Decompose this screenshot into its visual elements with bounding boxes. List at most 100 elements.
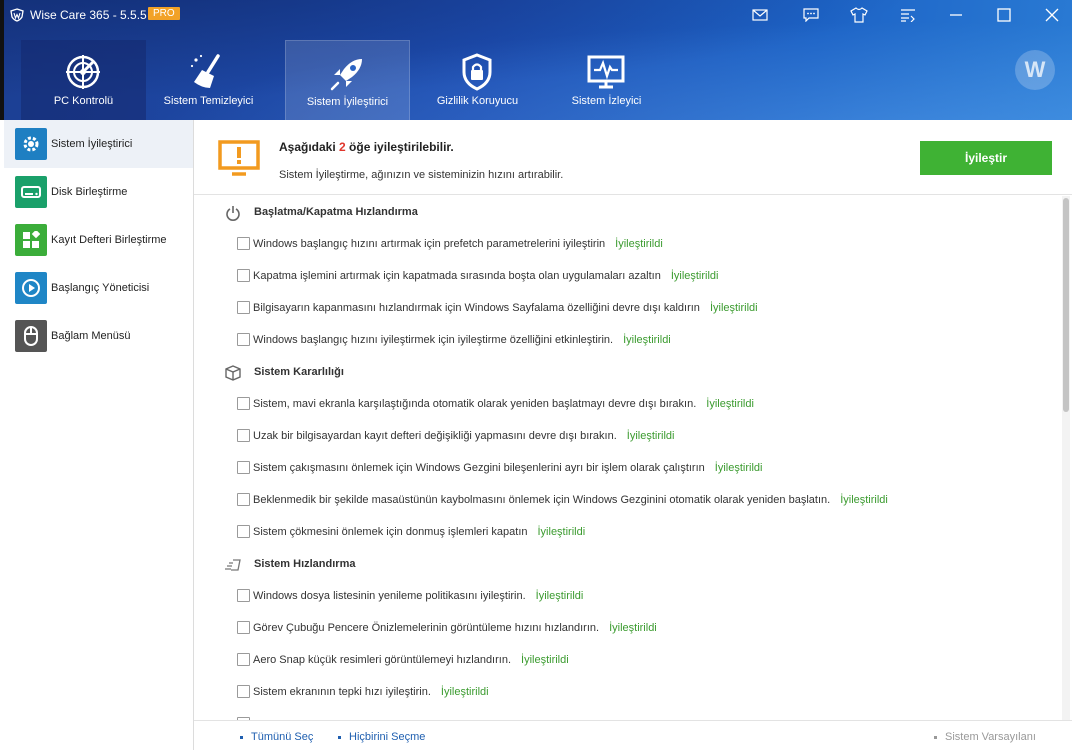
close-icon — [1045, 8, 1059, 22]
3d-speed-icon — [225, 559, 241, 571]
user-avatar[interactable]: W — [1015, 50, 1055, 90]
sidebar-item-disk-defrag[interactable]: Disk Birleştirme — [4, 168, 193, 216]
item-text: Kapatma işlemini artırmak için kapatmada… — [253, 270, 661, 282]
item-checkbox[interactable] — [237, 621, 250, 634]
list-scrollbar[interactable] — [1062, 196, 1070, 720]
select-all-link[interactable]: Tümünü Seç — [240, 731, 313, 743]
bullet-icon — [338, 735, 341, 739]
mail-icon — [752, 9, 768, 21]
item-text: Windows başlangıç hızını artırmak için p… — [253, 238, 606, 250]
mouse-icon — [15, 320, 47, 352]
item-checkbox[interactable] — [237, 301, 250, 314]
select-none-link[interactable]: Hiçbirini Seçme — [338, 731, 425, 743]
item-checkbox[interactable] — [237, 589, 250, 602]
tab-system-optimizer[interactable]: Sistem İyileştirici — [285, 40, 410, 120]
tab-label: Gizlilik Koruyucu — [436, 95, 519, 107]
item-status: İyileştirildi — [626, 430, 675, 442]
warning-monitor-icon — [218, 140, 260, 176]
sidebar: Sistem İyileştirici Disk Birleştirme Kay… — [4, 120, 194, 750]
item-status: İyileştirildi — [521, 654, 569, 666]
menu-button[interactable] — [893, 4, 923, 26]
gear-icon — [15, 128, 47, 160]
rocket-icon — [330, 59, 362, 91]
system-defaults-label: Sistem Varsayılanı — [945, 731, 1036, 743]
item-text: Aero Snap küçük resimleri görüntülemeyi … — [253, 654, 512, 666]
tab-label: Sistem İzleyici — [571, 95, 642, 107]
sidebar-item-label: Disk Birleştirme — [51, 186, 128, 198]
item-checkbox[interactable] — [237, 237, 250, 250]
app-logo-icon — [10, 8, 24, 22]
optimizable-count: 2 — [339, 140, 346, 154]
item-text: Uzak bir bilgisayardan kayıt defteri değ… — [253, 430, 617, 442]
item-checkbox[interactable] — [237, 397, 250, 410]
summary-title-suffix: öğe iyileştirilebilir. — [345, 140, 454, 154]
feedback-button[interactable] — [796, 4, 826, 26]
item-status: İyileştirildi — [623, 334, 671, 346]
mail-button[interactable] — [745, 4, 775, 26]
summary-title-prefix: Aşağıdaki — [279, 140, 340, 154]
sidebar-item-context-menu[interactable]: Bağlam Menüsü — [4, 312, 193, 360]
registry-blocks-icon — [15, 224, 47, 256]
close-button[interactable] — [1037, 4, 1067, 26]
select-all-label: Tümünü Seç — [251, 731, 314, 743]
item-status: İyileştirildi — [440, 686, 489, 698]
maximize-button[interactable] — [989, 4, 1019, 26]
title-bar[interactable]: Wise Care 365 - 5.5.5 PRO — [4, 0, 1072, 30]
item-status: İyileştirildi — [714, 462, 763, 474]
item-checkbox[interactable] — [237, 461, 250, 474]
radar-icon — [66, 55, 100, 89]
tab-system-monitor[interactable]: Sistem İzleyici — [544, 40, 669, 120]
cube-icon — [225, 365, 241, 381]
item-checkbox[interactable] — [237, 493, 250, 506]
tab-label: Sistem Temizleyici — [163, 95, 254, 107]
tab-privacy-protector[interactable]: Gizlilik Koruyucu — [415, 40, 540, 120]
summary-subtitle: Sistem İyileştirme, ağınızın ve sistemin… — [279, 169, 564, 181]
optimize-button[interactable]: İyileştir — [920, 141, 1052, 175]
broom-icon — [190, 54, 220, 88]
section-title: Başlatma/Kapatma Hızlandırma — [254, 206, 418, 218]
privacy-lock-icon — [462, 53, 492, 91]
item-text: Bilgisayarın kapanmasını hızlandırmak iç… — [253, 302, 700, 314]
sidebar-item-registry-defrag[interactable]: Kayıt Defteri Birleştirme — [4, 216, 193, 264]
chat-icon — [803, 8, 819, 22]
select-none-label: Hiçbirini Seçme — [349, 731, 426, 743]
app-header: Wise Care 365 - 5.5.5 PRO PC Kontrolü Si… — [0, 0, 1072, 120]
item-status: İyileştirildi — [706, 398, 754, 410]
item-status: İyileştirildi — [709, 302, 758, 314]
menu-list-icon — [901, 9, 915, 22]
item-text: Sistem, mavi ekranla karşılaştığında oto… — [253, 398, 697, 410]
sidebar-item-startup-manager[interactable]: Başlangıç Yöneticisi — [4, 264, 193, 312]
item-text: Görev Çubuğu Pencere Önizlemelerinin gör… — [253, 622, 600, 634]
item-status: İyileştirildi — [609, 622, 657, 634]
item-text: Windows dosya listesinin yenileme politi… — [253, 590, 526, 602]
item-checkbox[interactable] — [237, 685, 250, 698]
item-text: Beklenmedik bir şekilde masaüstünün kayb… — [253, 494, 831, 506]
item-checkbox[interactable] — [237, 525, 250, 538]
power-icon — [226, 206, 240, 221]
item-checkbox[interactable] — [237, 429, 250, 442]
item-checkbox[interactable] — [237, 333, 250, 346]
main-panel: Aşağıdaki 2 öğe iyileştirilebilir. Siste… — [194, 120, 1072, 750]
item-text: Sistem çökmesini önlemek için donmuş işl… — [253, 526, 528, 538]
scrollbar-thumb[interactable] — [1063, 198, 1069, 412]
disk-icon — [15, 176, 47, 208]
item-checkbox[interactable] — [237, 269, 250, 282]
item-status: İyileştirildi — [537, 526, 586, 538]
system-defaults-link[interactable]: Sistem Varsayılanı — [934, 731, 1036, 743]
item-text: Windows başlangıç hızını iyileştirmek iç… — [253, 334, 614, 346]
pro-badge: PRO — [148, 7, 180, 20]
item-text: Sistem ekranının tepki hızı iyileştirin. — [253, 686, 431, 698]
optimization-list[interactable]: Başlatma/Kapatma Hızlandırma Windows baş… — [194, 196, 1060, 720]
tshirt-icon — [850, 7, 868, 23]
tab-label: Sistem İyileştirici — [306, 96, 389, 108]
sidebar-item-system-optimizer[interactable]: Sistem İyileştirici — [4, 120, 193, 168]
minimize-button[interactable] — [941, 4, 971, 26]
item-status: İyileştirildi — [840, 494, 888, 506]
tab-pc-check[interactable]: PC Kontrolü — [21, 40, 146, 120]
monitor-pulse-icon — [587, 55, 625, 89]
bullet-icon — [240, 735, 243, 739]
maximize-icon — [997, 8, 1011, 22]
item-checkbox[interactable] — [237, 653, 250, 666]
skin-button[interactable] — [844, 4, 874, 26]
tab-system-cleaner[interactable]: Sistem Temizleyici — [146, 40, 271, 120]
